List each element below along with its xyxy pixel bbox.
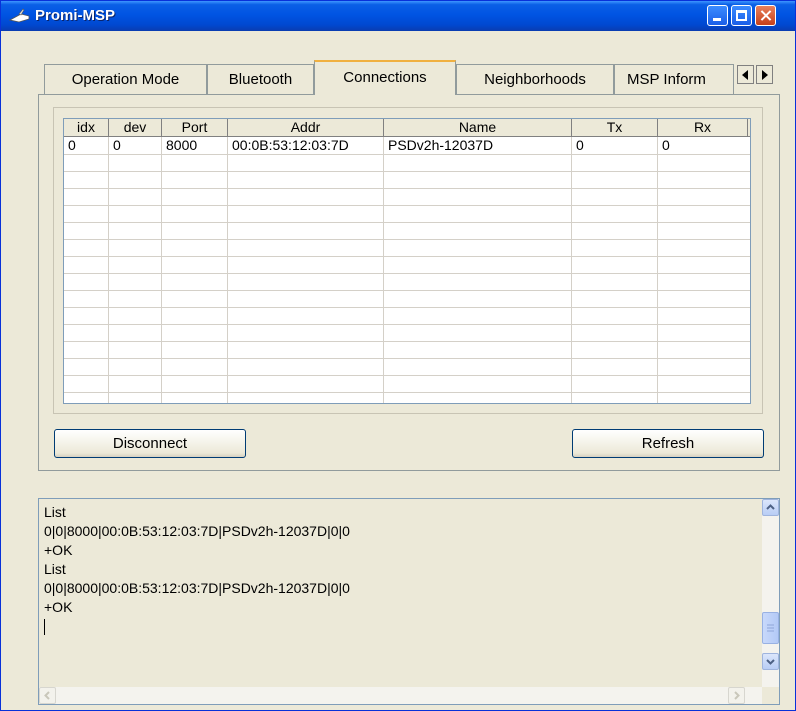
vertical-scroll-thumb[interactable] [762, 612, 779, 644]
tab-label: Neighborhoods [484, 71, 586, 88]
chevron-left-icon[interactable] [737, 65, 754, 84]
connections-panel: idx dev Port Addr Name Tx Rx 0 0 8000 00… [38, 94, 780, 471]
grid-row-line [64, 239, 750, 240]
scroll-left-button[interactable] [39, 687, 56, 704]
close-button[interactable] [755, 5, 776, 26]
column-header-rx[interactable]: Rx [658, 119, 748, 137]
grid-row-line [64, 154, 750, 155]
log-lines: List 0|0|8000|00:0B:53:12:03:7D|PSDv2h-1… [44, 503, 350, 635]
chevron-down-icon [766, 659, 775, 665]
log-line: 0|0|8000|00:0B:53:12:03:7D|PSDv2h-12037D… [44, 523, 350, 539]
log-line: +OK [44, 542, 73, 558]
cell-name[interactable]: PSDv2h-12037D [384, 137, 493, 154]
grid-row-line [64, 307, 750, 308]
column-header-port[interactable]: Port [162, 119, 228, 137]
app-icon [9, 8, 30, 23]
grid-row-line [64, 171, 750, 172]
grid-row-line [64, 188, 750, 189]
scrollbar-corner [762, 687, 779, 704]
maximize-button[interactable] [731, 5, 752, 26]
grid-column-line [161, 137, 162, 403]
log-line: 0|0|8000|00:0B:53:12:03:7D|PSDv2h-12037D… [44, 580, 350, 596]
tab-connections[interactable]: Connections [314, 60, 456, 95]
column-header-dev[interactable]: dev [109, 119, 162, 137]
grid-column-line [657, 137, 658, 403]
tab-label: Connections [343, 69, 427, 86]
grid-column-line [108, 137, 109, 403]
log-output[interactable]: List 0|0|8000|00:0B:53:12:03:7D|PSDv2h-1… [38, 498, 780, 705]
scroll-right-button[interactable] [728, 687, 745, 704]
chevron-up-icon [766, 504, 775, 510]
grid-row-line [64, 375, 750, 376]
text-caret [44, 619, 45, 635]
grid-row-line [64, 273, 750, 274]
scroll-down-button[interactable] [762, 653, 779, 670]
scroll-up-button[interactable] [762, 499, 779, 516]
disconnect-button[interactable]: Disconnect [54, 429, 246, 458]
cell-tx[interactable]: 0 [572, 137, 584, 154]
vertical-scrollbar[interactable] [762, 499, 779, 687]
grid-row-line [64, 256, 750, 257]
connections-group: idx dev Port Addr Name Tx Rx 0 0 8000 00… [53, 107, 763, 414]
tab-label: Operation Mode [71, 71, 180, 88]
grid-row-line [64, 290, 750, 291]
tab-label: MSP Inform [627, 71, 706, 88]
chevron-right-icon[interactable] [756, 65, 773, 84]
tab-operation-mode[interactable]: Operation Mode [44, 64, 207, 95]
grid-column-line [227, 137, 228, 403]
chevron-right-icon [734, 691, 740, 700]
title-bar[interactable]: Promi-MSP [1, 1, 795, 31]
log-line: List [44, 561, 66, 577]
grid-row-line [64, 324, 750, 325]
horizontal-scrollbar[interactable] [39, 687, 762, 704]
grid-row-line [64, 222, 750, 223]
minimize-button[interactable] [707, 5, 728, 26]
tab-label: Bluetooth [228, 71, 293, 88]
window-title: Promi-MSP [35, 7, 116, 24]
log-line: +OK [44, 599, 73, 615]
tab-bluetooth[interactable]: Bluetooth [207, 64, 314, 95]
cell-rx[interactable]: 0 [658, 137, 670, 154]
list-header: idx dev Port Addr Name Tx Rx [64, 119, 750, 137]
cell-dev[interactable]: 0 [109, 137, 121, 154]
grid-column-line [571, 137, 572, 403]
grid-column-line [383, 137, 384, 403]
cell-port[interactable]: 8000 [162, 137, 197, 154]
cell-addr[interactable]: 00:0B:53:12:03:7D [228, 137, 349, 154]
cell-idx[interactable]: 0 [64, 137, 76, 154]
refresh-button[interactable]: Refresh [572, 429, 764, 458]
column-header-addr[interactable]: Addr [228, 119, 384, 137]
chevron-left-icon [44, 691, 50, 700]
grid-row-line [64, 392, 750, 393]
grid-row-line [64, 205, 750, 206]
column-header-tx[interactable]: Tx [572, 119, 658, 137]
log-line: List [44, 504, 66, 520]
tab-neighborhoods[interactable]: Neighborhoods [456, 64, 614, 95]
app-window: Promi-MSP Operation Mode Bluetooth Conne… [0, 0, 796, 711]
grid-row-line [64, 341, 750, 342]
grid-row-line [64, 358, 750, 359]
tab-msp-information[interactable]: MSP Inform [614, 64, 734, 95]
grip-icon [767, 624, 774, 632]
column-header-idx[interactable]: idx [64, 119, 109, 137]
connections-list[interactable]: idx dev Port Addr Name Tx Rx 0 0 8000 00… [63, 118, 751, 404]
column-header-name[interactable]: Name [384, 119, 572, 137]
